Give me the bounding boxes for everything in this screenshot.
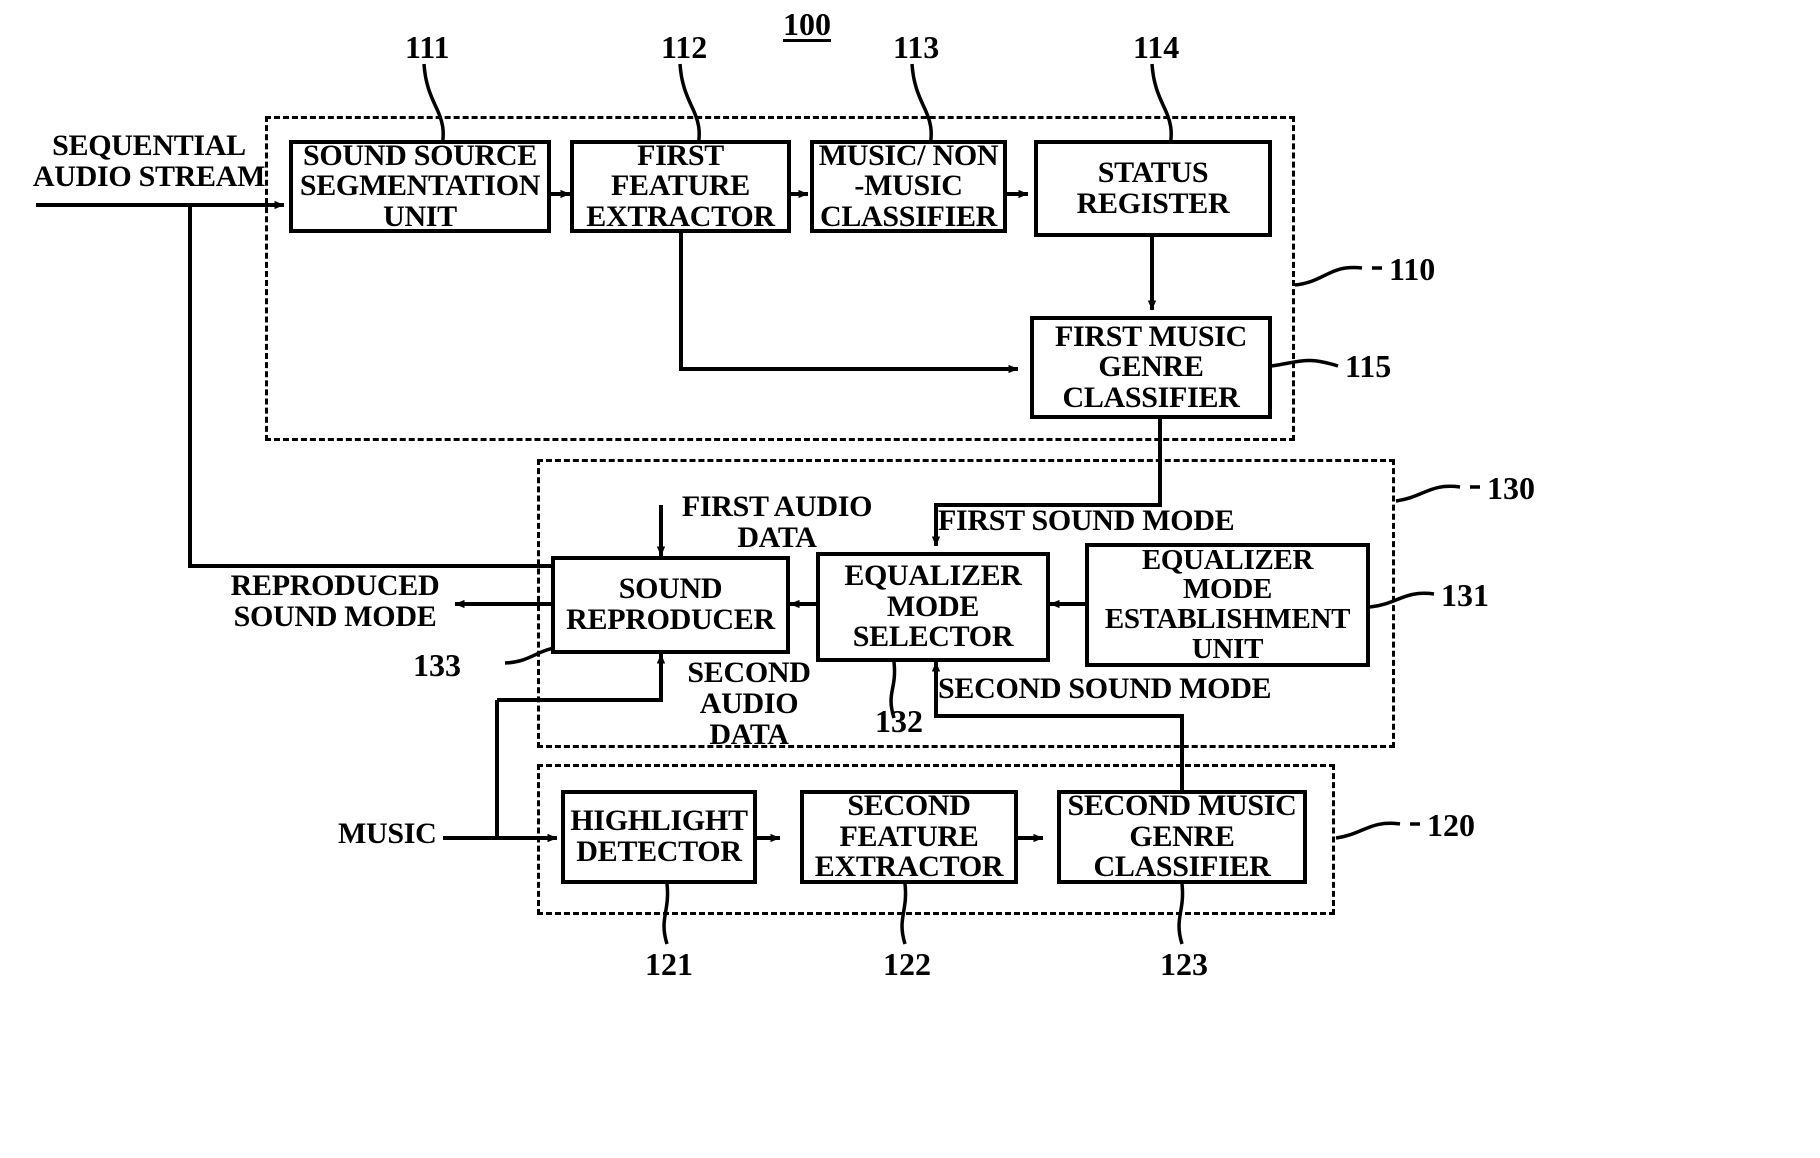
refnum-131: 131 xyxy=(1441,577,1489,613)
block-label: SOUND SOURCE SEGMENTATION UNIT xyxy=(299,138,541,233)
block-label: HIGHLIGHT DETECTOR xyxy=(570,804,748,868)
refnum-133: 133 xyxy=(413,647,461,683)
label-first-sound-mode: FIRST SOUND MODE xyxy=(938,504,1235,537)
label-sequential-audio-stream: SEQUENTIAL AUDIO STREAM xyxy=(32,129,266,194)
refnum-114: 114 xyxy=(1133,29,1180,65)
refnum-110: 110 xyxy=(1389,251,1436,287)
figure-number: 100 xyxy=(783,6,831,42)
block-label: EQUALIZER MODE SELECTOR xyxy=(844,559,1022,654)
block-sound-source-segmentation-unit[interactable]: SOUND SOURCE SEGMENTATION UNIT xyxy=(289,140,551,233)
label-second-audio-data: SECOND AUDIO DATA xyxy=(687,656,811,752)
block-second-music-genre-classifier[interactable]: SECOND MUSIC GENRE CLASSIFIER xyxy=(1057,790,1307,884)
block-highlight-detector[interactable]: HIGHLIGHT DETECTOR xyxy=(561,790,757,884)
block-label: STATUS REGISTER xyxy=(1076,155,1230,220)
label-first-audio-data: FIRST AUDIO DATA xyxy=(681,490,873,555)
refnum-111: 111 xyxy=(405,29,450,65)
block-label: FIRST MUSIC GENRE CLASSIFIER xyxy=(1054,319,1248,414)
block-music-non-music-classifier[interactable]: MUSIC/ NON -MUSIC CLASSIFIER xyxy=(810,140,1007,233)
refnum-115: 115 xyxy=(1345,348,1392,384)
block-label: SECOND MUSIC GENRE CLASSIFIER xyxy=(1067,789,1297,884)
patent-figure: 100 SOUND SOURCE SEGMENTATION UNIT FIRST… xyxy=(0,0,1820,1158)
label-reproduced-sound-mode: REPRODUCED SOUND MODE xyxy=(230,569,440,634)
refnum-113: 113 xyxy=(893,29,940,65)
block-label: SOUND REPRODUCER xyxy=(566,572,775,636)
refnum-123: 123 xyxy=(1160,946,1208,982)
label-music: MUSIC xyxy=(338,817,437,850)
block-label: SECOND FEATURE EXTRACTOR xyxy=(814,789,1004,884)
refnum-122: 122 xyxy=(883,946,931,982)
refnum-120: 120 xyxy=(1427,807,1475,843)
block-second-feature-extractor[interactable]: SECOND FEATURE EXTRACTOR xyxy=(800,790,1018,884)
block-sound-reproducer[interactable]: SOUND REPRODUCER xyxy=(551,556,790,654)
block-label: EQUALIZER MODE ESTABLISHMENT UNIT xyxy=(1104,543,1351,665)
block-first-feature-extractor[interactable]: FIRST FEATURE EXTRACTOR xyxy=(570,140,791,233)
refnum-121: 121 xyxy=(645,946,693,982)
block-label: FIRST FEATURE EXTRACTOR xyxy=(586,138,775,233)
block-label: MUSIC/ NON -MUSIC CLASSIFIER xyxy=(818,138,999,233)
refnum-130: 130 xyxy=(1487,470,1535,506)
block-equalizer-mode-selector[interactable]: EQUALIZER MODE SELECTOR xyxy=(816,552,1050,662)
block-status-register[interactable]: STATUS REGISTER xyxy=(1034,140,1272,237)
refnum-112: 112 xyxy=(661,29,708,65)
block-first-music-genre-classifier[interactable]: FIRST MUSIC GENRE CLASSIFIER xyxy=(1030,316,1272,419)
block-equalizer-mode-establishment-unit[interactable]: EQUALIZER MODE ESTABLISHMENT UNIT xyxy=(1085,543,1370,667)
label-second-sound-mode: SECOND SOUND MODE xyxy=(938,672,1272,705)
refnum-132: 132 xyxy=(875,703,923,739)
